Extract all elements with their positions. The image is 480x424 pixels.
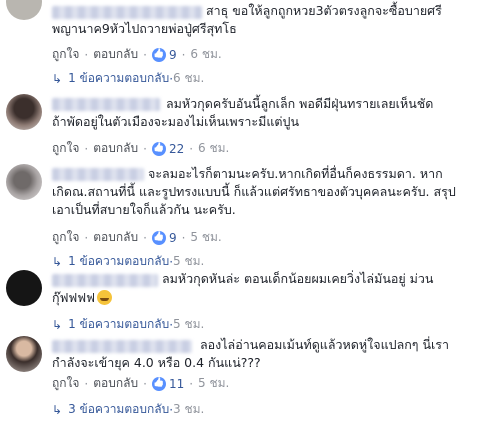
commenter-name[interactable] [52, 274, 158, 287]
avatar[interactable] [6, 94, 42, 130]
avatar[interactable] [6, 0, 42, 20]
reply-link[interactable]: ตอบกลับ [93, 45, 138, 64]
commenter-name[interactable] [52, 98, 160, 111]
reply-link[interactable]: ตอบกลับ [93, 374, 138, 393]
commenter-name[interactable] [52, 168, 144, 181]
view-replies[interactable]: ↳ 3 ข้อความตอบกลับ · 3 ชม. [52, 400, 204, 419]
avatar[interactable] [6, 270, 42, 306]
comment-actions: ถูกใจ · ตอบกลับ · 11 · 5 ชม. [52, 374, 229, 393]
comment-text-line-2: พญานาค9หัวไปถวายพ่อปู่ศรีสุทโธ [52, 21, 237, 36]
like-count[interactable]: 22 [151, 141, 184, 156]
view-replies[interactable]: ↳ 1 ข้อความตอบกลับ · 5 ชม. [52, 315, 204, 334]
avatar[interactable] [6, 336, 42, 372]
comment-actions: ถูกใจ · ตอบกลับ · 22 · 6 ชม. [52, 139, 229, 158]
like-count[interactable]: 9 [151, 230, 177, 245]
comment-time[interactable]: 5 ชม. [198, 374, 229, 393]
like-icon [151, 47, 166, 62]
comment-text: ลมหัวกุดหันล่ะ ตอนเด็กน้อยผมเคยวิ่งไล่มั… [162, 271, 434, 286]
reply-link[interactable]: ตอบกลับ [93, 228, 138, 247]
commenter-name[interactable] [52, 340, 192, 353]
like-link[interactable]: ถูกใจ [52, 228, 79, 247]
reply-link[interactable]: ตอบกลับ [93, 139, 138, 158]
comment-text-line-2: กุ๊ฟฟฟฟ [52, 289, 112, 307]
comment-actions: ถูกใจ · ตอบกลับ · 9 · 5 ชม. [52, 228, 222, 247]
commenter-name[interactable] [52, 6, 202, 19]
reply-arrow-icon: ↳ [52, 402, 63, 417]
reply-arrow-icon: ↳ [52, 254, 63, 269]
like-link[interactable]: ถูกใจ [52, 139, 79, 158]
comment-text: จะลมอะไรก็ตามนะครับ.หากเกิดที่อื่นก็คงธร… [148, 166, 443, 181]
comment-actions: ถูกใจ · ตอบกลับ · 9 · 6 ชม. [52, 45, 222, 64]
laughing-emoji-icon [96, 290, 112, 305]
like-link[interactable]: ถูกใจ [52, 45, 79, 64]
like-count[interactable]: 11 [151, 376, 184, 391]
view-replies[interactable]: ↳ 1 ข้อความตอบกลับ · 5 ชม. [52, 252, 204, 271]
like-link[interactable]: ถูกใจ [52, 374, 79, 393]
reply-arrow-icon: ↳ [52, 71, 63, 86]
comment-text-line-3: เอาเป็นที่สบายใจก็แล้วกัน นะครับ. [52, 202, 236, 217]
comment-text-line-2: เกิดณ.สถานที่นี้ และรูปทรงแบบนี้ ก็แล้วแ… [52, 184, 456, 199]
view-replies[interactable]: ↳ 1 ข้อความตอบกลับ · 6 ชม. [52, 69, 204, 88]
like-icon [151, 376, 166, 391]
comment-text: สาธุ ขอให้ลูกถูกหวย3ตัวตรงลูกจะซื้อบายศร… [206, 3, 442, 18]
comment-time[interactable]: 6 ชม. [198, 139, 229, 158]
comment-text-line-2: ถ้าพัดอยู่ในตัวเมืองจะมองไม่เห็นเพราะมีแ… [52, 114, 300, 129]
like-count[interactable]: 9 [151, 47, 177, 62]
comment-time[interactable]: 5 ชม. [190, 228, 221, 247]
comment-text: ลมหัวกุดครับอันนี้ลูกเล็ก พอดีมีฝุ่นทราย… [166, 96, 434, 111]
comment-text-line-2: กำลังจะเข้ายุค 4.0 หรือ 0.4 กันแน่??? [52, 355, 261, 370]
comment-text: ลองไล่อ่านคอมเม้นท์ดูแล้วหดหู่ใจแปลกๆ นี… [200, 337, 450, 352]
reply-arrow-icon: ↳ [52, 317, 63, 332]
avatar[interactable] [6, 164, 42, 200]
comment-time[interactable]: 6 ชม. [190, 45, 221, 64]
like-icon [151, 230, 166, 245]
like-icon [151, 141, 166, 156]
